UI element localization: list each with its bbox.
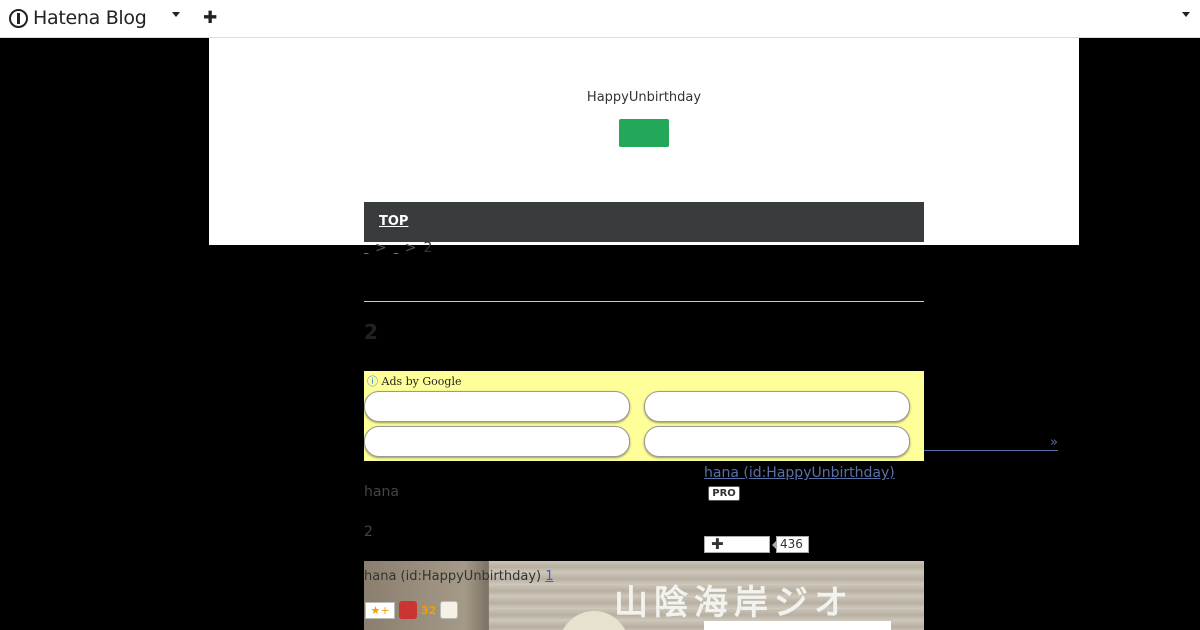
sidebar-author-link[interactable]: hana (id:HappyUnbirthday)	[704, 465, 895, 481]
ad-link-button[interactable]	[644, 426, 910, 457]
caret-down-icon[interactable]	[1182, 12, 1190, 17]
breadcrumb-separator: >	[375, 240, 387, 256]
plus-icon[interactable]: ✚	[203, 8, 217, 28]
nav-top-link[interactable]: TOP	[379, 214, 408, 229]
photo-caption-link[interactable]: 1	[545, 569, 553, 584]
ad-link-button[interactable]	[644, 391, 910, 422]
hatena-topbar: Hatena Blog ✚	[0, 0, 1200, 38]
breadcrumb-link-category[interactable]	[394, 240, 398, 256]
breadcrumb-current: 2	[423, 240, 433, 256]
entry-author-line: hana	[364, 484, 399, 500]
logo-text: Hatena Blog	[33, 7, 147, 29]
follower-count: 436	[772, 536, 809, 553]
star-user-avatar[interactable]	[440, 601, 459, 619]
ads-by-google-text: Ads by Google	[381, 375, 462, 388]
plus-icon: ✚	[711, 535, 724, 553]
ad-link-button[interactable]	[364, 426, 630, 457]
breadcrumb: > >2	[364, 240, 432, 256]
hatena-star-bar: ★+ 32	[365, 601, 459, 619]
entry-photo: 山陰海岸ジオ hana (id:HappyUnbirthday) 1 ★+ 32	[364, 561, 924, 630]
follow-button[interactable]: ✚	[704, 535, 770, 553]
entry-title[interactable]: 2	[364, 320, 378, 344]
hatena-blog-logo[interactable]: Hatena Blog	[9, 6, 147, 30]
breadcrumb-separator: >	[404, 240, 417, 256]
global-nav: TOP	[364, 202, 924, 242]
pro-badge: PRO	[708, 486, 740, 501]
divider	[364, 301, 924, 302]
photo-caption: hana (id:HappyUnbirthday) 1	[364, 569, 554, 584]
info-icon: ⓘ	[367, 375, 378, 388]
subscribe-button[interactable]	[619, 119, 669, 147]
sidebar-box	[704, 621, 891, 630]
add-star-button[interactable]: ★+	[365, 601, 395, 619]
caret-down-icon[interactable]	[172, 12, 180, 17]
entry-number-line: 2	[364, 524, 373, 540]
breadcrumb-link-home[interactable]	[364, 240, 368, 256]
star-count: 32	[421, 603, 437, 617]
star-user-avatar[interactable]	[399, 601, 417, 619]
hatena-logo-icon	[9, 8, 28, 28]
blog-title[interactable]: HappyUnbirthday	[209, 90, 1079, 105]
sidebar-more-link[interactable]: »	[924, 436, 1058, 451]
photo-caption-text: hana (id:HappyUnbirthday)	[364, 569, 542, 584]
ad-label[interactable]: ⓘ Ads by Google	[367, 373, 461, 389]
photo-sign-text: 山陰海岸ジオ	[614, 583, 854, 623]
google-ad-block: ⓘ Ads by Google	[364, 371, 924, 461]
ad-link-button[interactable]	[364, 391, 630, 422]
